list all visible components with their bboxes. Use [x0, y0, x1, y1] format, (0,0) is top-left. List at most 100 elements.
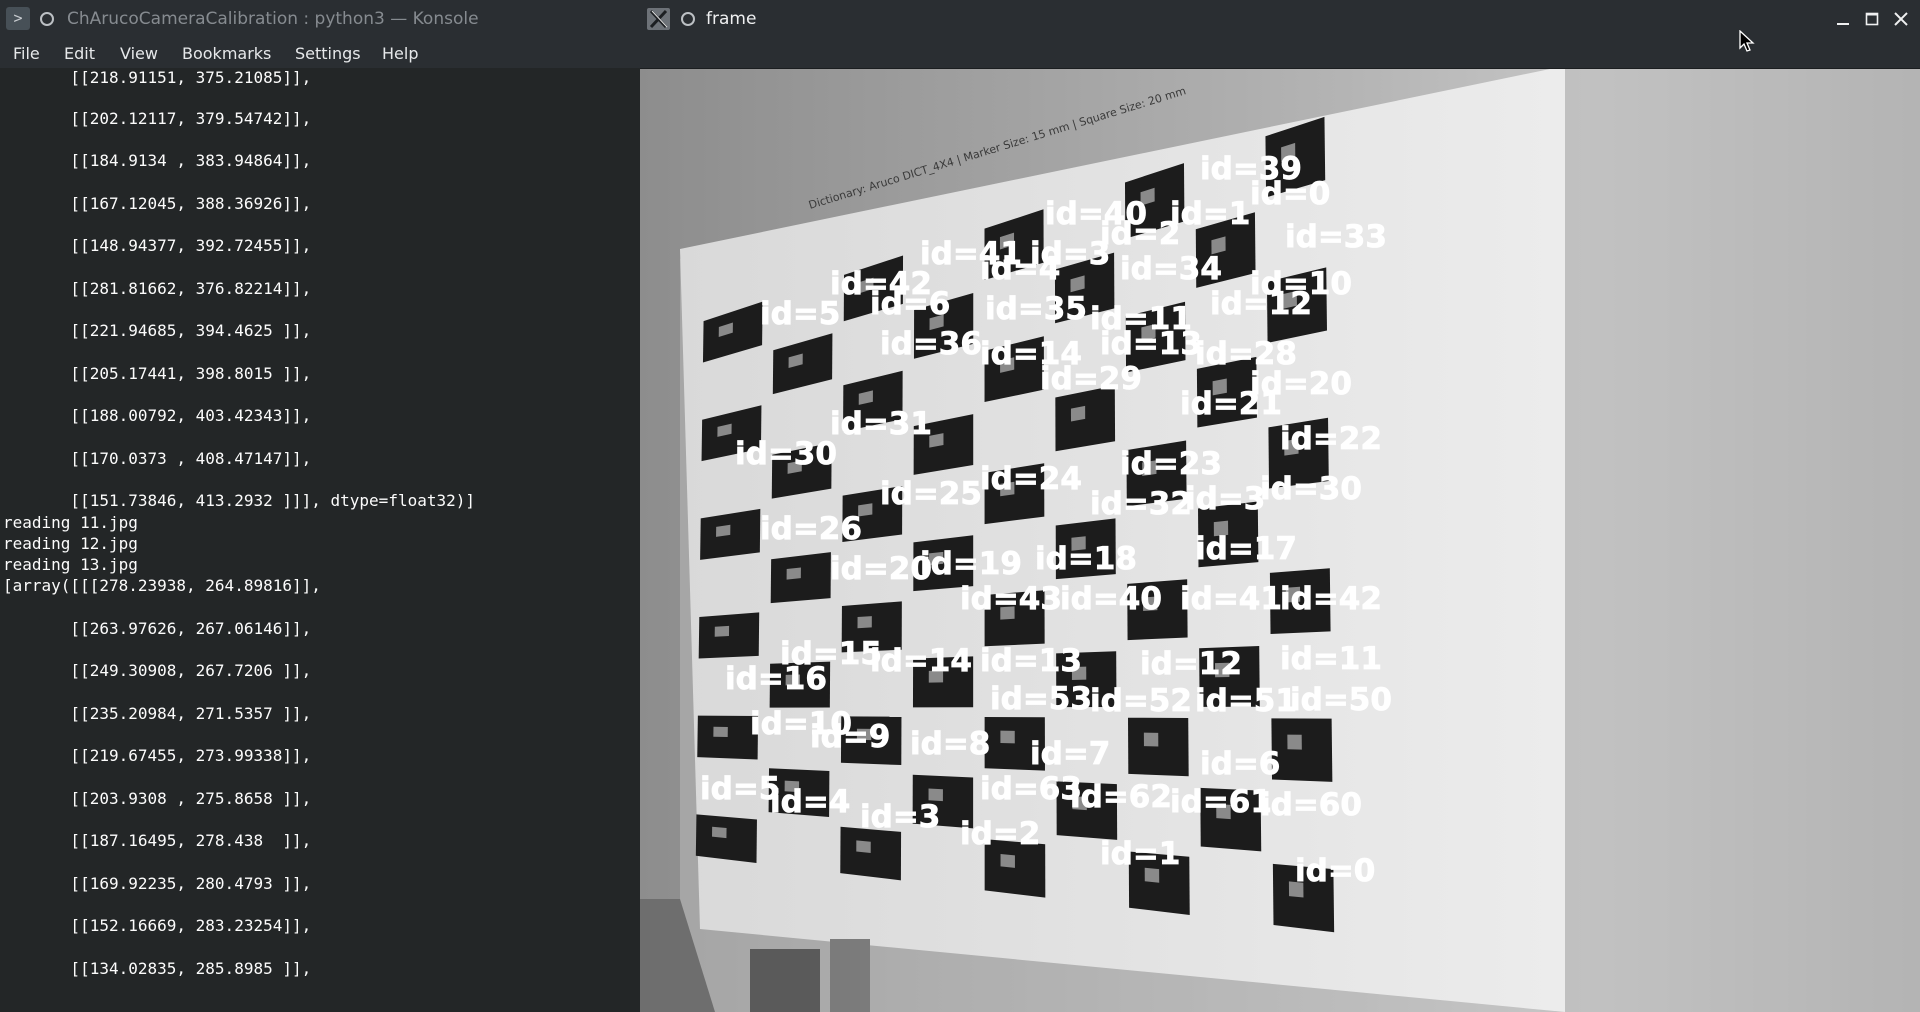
pin-icon[interactable] — [40, 12, 54, 26]
marker-id-label: id=11 — [1280, 641, 1382, 677]
marker-id-label: id=17 — [1195, 531, 1297, 567]
close-icon[interactable] — [1888, 6, 1914, 32]
aruco-marker-pattern — [1287, 734, 1302, 750]
terminal-line: [[152.16669, 283.23254]], — [3, 916, 312, 935]
frame-titlebar[interactable]: frame — [640, 0, 1920, 38]
terminal-line: [[203.9308 , 275.8658 ]], — [3, 789, 312, 808]
camera-frame-image[interactable]: Dictionary: Aruco DICT_4X4 | Marker Size… — [640, 69, 1920, 1012]
marker-id-label: id=6 — [870, 286, 950, 322]
marker-id-label: id=2 — [960, 816, 1040, 852]
terminal-line: [array([[[278.23938, 264.89816]], — [3, 576, 321, 595]
frame-window-title: frame — [706, 9, 757, 29]
marker-id-label: id=13 — [980, 643, 1082, 679]
terminal-line: [[187.16495, 278.438 ]], — [3, 831, 312, 850]
frame-window: frame Dictionary: Aruco DICT_4X4 | Marke… — [640, 0, 1920, 1012]
marker-id-label: id=25 — [880, 476, 982, 512]
marker-id-label: id=23 — [1120, 446, 1222, 482]
aruco-marker-pattern — [786, 567, 801, 580]
menu-bookmarks[interactable]: Bookmarks — [182, 44, 271, 63]
marker-id-label: id=31 — [830, 406, 932, 442]
marker-id-label: id=4 — [980, 251, 1060, 287]
terminal-line: [[235.20984, 271.5357 ]], — [3, 704, 312, 723]
aruco-marker-pattern — [1070, 405, 1086, 422]
marker-id-label: id=13 — [1100, 326, 1202, 362]
terminal-line: [[188.00792, 403.42343]], — [3, 406, 312, 425]
terminal-line: [[167.12045, 388.36926]], — [3, 194, 312, 213]
konsole-window: > ChArucoCameraCalibration : python3 — K… — [0, 0, 640, 1012]
marker-id-label: id=32 — [1090, 486, 1192, 522]
marker-id-label: id=26 — [760, 511, 862, 547]
frame-toolbar — [640, 38, 1920, 69]
marker-id-label: id=7 — [1030, 736, 1110, 772]
desk-object — [750, 949, 820, 1012]
marker-id-label: id=5 — [700, 771, 780, 807]
marker-id-label: id=42 — [1280, 581, 1382, 617]
mouse-cursor-icon — [1739, 30, 1755, 52]
terminal-line: [[205.17441, 398.8015 ]], — [3, 364, 312, 383]
marker-id-label: id=20 — [830, 551, 932, 587]
marker-id-label: id=3 — [860, 799, 940, 835]
terminal-line: [[151.73846, 413.2932 ]]], dtype=float32… — [3, 491, 476, 510]
marker-id-label: id=35 — [985, 291, 1087, 327]
terminal-line: [[184.9134 , 383.94864]], — [3, 151, 312, 170]
konsole-menubar: File Edit View Bookmarks Settings Help — [0, 38, 640, 68]
marker-id-label: id=5 — [760, 296, 840, 332]
marker-id-label: id=30 — [1260, 471, 1362, 507]
terminal-line: reading 12.jpg — [3, 534, 138, 553]
aruco-marker-pattern — [712, 826, 727, 839]
marker-id-label: id=0 — [1250, 176, 1330, 212]
marker-id-label: id=51 — [1195, 683, 1297, 719]
charuco-board-view: Dictionary: Aruco DICT_4X4 | Marker Size… — [640, 69, 1920, 1012]
marker-id-label: id=12 — [1210, 286, 1312, 322]
minimize-icon[interactable] — [1830, 6, 1856, 32]
marker-id-label: id=30 — [735, 436, 837, 472]
menu-help[interactable]: Help — [382, 44, 418, 63]
menu-view[interactable]: View — [120, 44, 158, 63]
marker-id-label: id=16 — [725, 661, 827, 697]
terminal-line: [[249.30908, 267.7206 ]], — [3, 661, 312, 680]
konsole-titlebar[interactable]: > ChArucoCameraCalibration : python3 — K… — [0, 0, 640, 38]
marker-id-label: id=36 — [880, 326, 982, 362]
x11-app-icon[interactable] — [647, 8, 670, 30]
marker-id-label: id=53 — [990, 681, 1092, 717]
marker-id-label: id=34 — [1120, 251, 1222, 287]
aruco-marker-pattern — [856, 840, 871, 854]
menu-file[interactable]: File — [13, 44, 40, 63]
terminal-line: [[148.94377, 392.72455]], — [3, 236, 312, 255]
marker-id-label: id=18 — [1035, 541, 1137, 577]
menu-settings[interactable]: Settings — [295, 44, 361, 63]
terminal-line: [[134.02835, 285.8985 ]], — [3, 959, 312, 978]
marker-id-label: id=29 — [1040, 361, 1142, 397]
terminal-output[interactable]: [[218.91151, 375.21085]], [[202.12117, 3… — [0, 68, 640, 1012]
terminal-line: [[218.91151, 375.21085]], — [3, 68, 312, 87]
charuco-square — [1271, 718, 1333, 782]
marker-id-label: id=33 — [1285, 219, 1387, 255]
marker-id-label: id=12 — [1140, 646, 1242, 682]
terminal-line: [[281.81662, 376.82214]], — [3, 279, 312, 298]
terminal-app-icon[interactable]: > — [6, 7, 30, 30]
marker-id-label: id=40 — [1060, 581, 1162, 617]
terminal-line: [[221.94685, 394.4625 ]], — [3, 321, 312, 340]
marker-id-label: id=2 — [1100, 216, 1180, 252]
aruco-marker-pattern — [1143, 732, 1159, 747]
terminal-line: [[202.12117, 379.54742]], — [3, 109, 312, 128]
marker-id-label: id=4 — [770, 784, 850, 820]
pin-icon[interactable] — [681, 12, 695, 26]
marker-id-label: id=9 — [810, 719, 890, 755]
charuco-square — [697, 715, 759, 760]
menu-edit[interactable]: Edit — [64, 44, 95, 63]
marker-id-label: id=61 — [1170, 784, 1272, 820]
terminal-line: [[263.97626, 267.06146]], — [3, 619, 312, 638]
marker-id-label: id=1 — [1100, 836, 1180, 872]
aruco-marker-pattern — [713, 726, 728, 738]
maximize-icon[interactable] — [1859, 6, 1885, 32]
aruco-marker-pattern — [857, 616, 872, 629]
terminal-line: [[169.92235, 280.4793 ]], — [3, 874, 312, 893]
desk-object — [830, 939, 870, 1012]
konsole-window-title: ChArucoCameraCalibration : python3 — Kon… — [67, 9, 479, 29]
aruco-marker-pattern — [1000, 854, 1015, 868]
marker-id-label: id=8 — [910, 726, 990, 762]
background-right-wall — [1540, 69, 1920, 1012]
aruco-marker-pattern — [714, 625, 730, 637]
marker-id-label: id=43 — [960, 581, 1062, 617]
